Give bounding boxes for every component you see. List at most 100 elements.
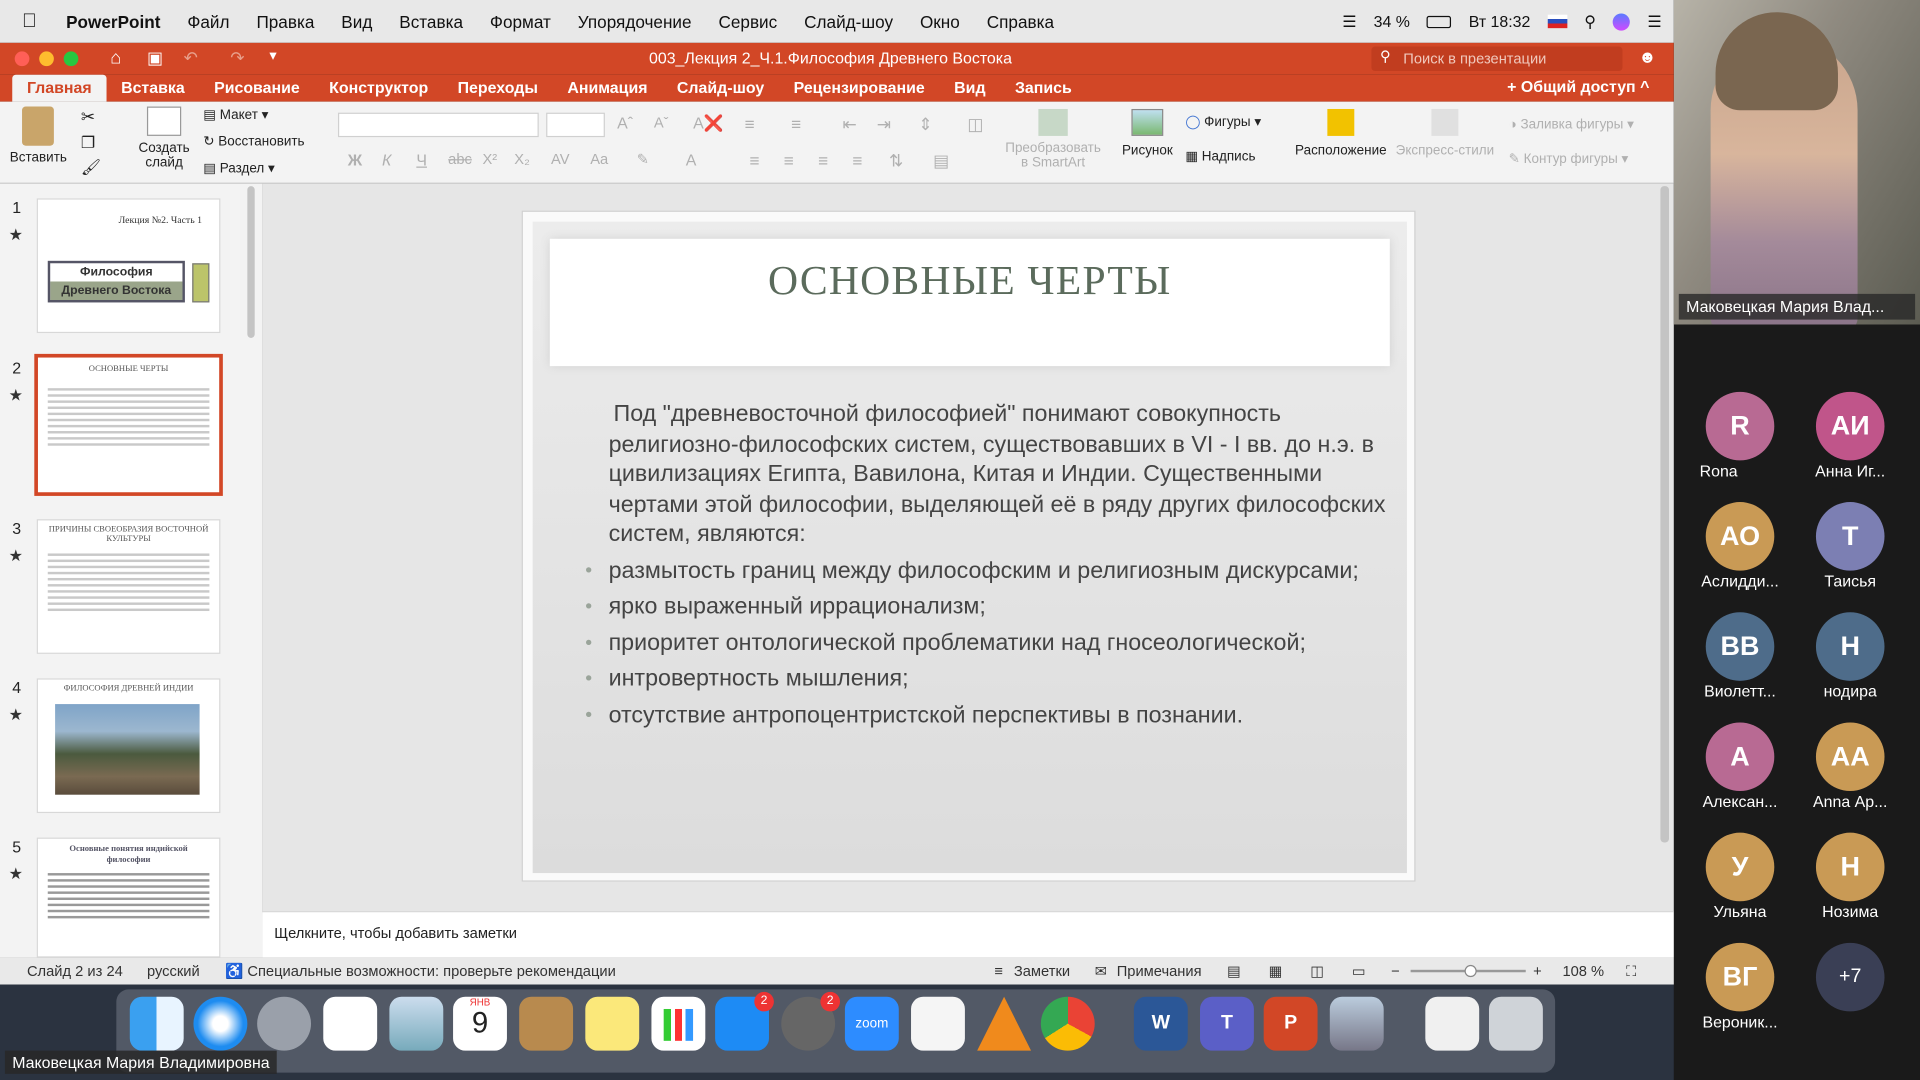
clear-format-icon[interactable]: A❌ bbox=[693, 114, 723, 134]
shape-outline-button[interactable]: ✎ Контур фигуры ▾ bbox=[1509, 151, 1629, 167]
slide-thumbnail-2[interactable]: ОСНОВНЫЕ ЧЕРТЫ bbox=[34, 353, 223, 496]
zoom-app-icon[interactable]: zoom bbox=[844, 996, 899, 1051]
shape-fill-button[interactable]: ◑ Заливка фигуры ▾ bbox=[1509, 116, 1634, 133]
convert-smartart-button[interactable]: Преобразовать в SmartArt bbox=[1002, 108, 1105, 170]
align-left-icon[interactable]: ≡ bbox=[749, 151, 759, 171]
numbering-icon[interactable]: ≡ bbox=[791, 114, 801, 134]
zoom-level[interactable]: 108 % bbox=[1562, 962, 1604, 979]
notes-pane[interactable]: Щелкните, чтобы добавить заметки bbox=[262, 911, 1674, 958]
tab-home[interactable]: Главная bbox=[12, 74, 107, 102]
layout-button[interactable]: ▤ Макет ▾ bbox=[203, 107, 268, 123]
participant-tile[interactable]: R Rona bbox=[1685, 391, 1795, 490]
menu-edit[interactable]: Правка bbox=[256, 12, 314, 32]
slide-body-placeholder[interactable]: Под "древневосточной философией" понимаю… bbox=[585, 400, 1405, 731]
comments-toggle[interactable]: Примечания bbox=[1117, 962, 1202, 979]
finder-icon[interactable] bbox=[129, 996, 184, 1051]
font-color-icon[interactable]: A bbox=[686, 151, 697, 169]
align-text-icon[interactable]: ▤ bbox=[933, 151, 949, 172]
fit-to-window-icon[interactable]: ⛶ bbox=[1626, 962, 1636, 980]
numbers-icon[interactable] bbox=[651, 996, 706, 1051]
zoom-out-icon[interactable]: − bbox=[1391, 962, 1400, 979]
shapes-button[interactable]: ◯ Фигуры ▾ bbox=[1185, 114, 1261, 130]
wifi-icon[interactable]: ☰ bbox=[1342, 12, 1356, 32]
increase-font-icon[interactable]: Aˆ bbox=[617, 114, 633, 132]
align-center-icon[interactable]: ≡ bbox=[784, 151, 794, 171]
reminders-icon[interactable] bbox=[323, 996, 378, 1051]
battery-text[interactable]: 34 % bbox=[1374, 12, 1410, 30]
zoom-slider[interactable] bbox=[1410, 964, 1526, 978]
calendar-icon[interactable]: ЯНВ 9 bbox=[453, 996, 507, 1051]
tab-transitions[interactable]: Переходы bbox=[443, 78, 553, 101]
slide-thumbnail-1[interactable]: Лекция №2. Часть 1 Философия Древнего Во… bbox=[36, 198, 221, 334]
tab-animations[interactable]: Анимация bbox=[553, 78, 663, 101]
more-participants-button[interactable]: +7 bbox=[1795, 942, 1905, 1041]
tab-view[interactable]: Вид bbox=[939, 78, 1000, 101]
increase-indent-icon[interactable]: ⇥ bbox=[877, 114, 891, 135]
decrease-font-icon[interactable]: Aˇ bbox=[654, 114, 669, 131]
tab-design[interactable]: Конструктор bbox=[314, 78, 442, 101]
highlight-icon[interactable]: ✎ bbox=[637, 151, 649, 168]
tab-insert[interactable]: Вставка bbox=[106, 78, 199, 101]
slide-thumbnail-4[interactable]: ФИЛОСОФИЯ ДРЕВНЕЙ ИНДИИ bbox=[36, 678, 221, 814]
slideshow-view-icon[interactable]: ▭ bbox=[1352, 962, 1366, 979]
siri-icon[interactable] bbox=[1613, 12, 1631, 31]
system-preferences-icon[interactable]: 2 bbox=[781, 991, 841, 1051]
accessibility-status[interactable]: Специальные возможности: проверьте реком… bbox=[247, 962, 615, 979]
photos-icon[interactable] bbox=[1329, 996, 1384, 1051]
columns-icon[interactable]: ◫ bbox=[967, 114, 983, 135]
participant-tile[interactable]: ВВ Виолетт... bbox=[1685, 612, 1795, 710]
textbox-button[interactable]: ▦ Надпись bbox=[1185, 148, 1255, 164]
participant-tile[interactable]: АИ Анна Иг... bbox=[1795, 391, 1905, 490]
menu-file[interactable]: Файл bbox=[187, 12, 229, 32]
trash-icon[interactable] bbox=[1488, 996, 1543, 1051]
quick-styles-button[interactable]: Экспресс-стили bbox=[1393, 108, 1496, 158]
menu-view[interactable]: Вид bbox=[341, 12, 372, 32]
menu-help[interactable]: Справка bbox=[987, 12, 1054, 32]
menu-format[interactable]: Формат bbox=[490, 12, 551, 32]
section-button[interactable]: ▤ Раздел ▾ bbox=[203, 160, 274, 177]
participant-tile[interactable]: Н нодира bbox=[1795, 612, 1905, 710]
share-button[interactable]: + Общий доступ ^ bbox=[1507, 77, 1649, 95]
bullets-icon[interactable]: ≡ bbox=[744, 114, 754, 134]
bold-icon[interactable]: Ж bbox=[348, 151, 362, 169]
line-spacing-icon[interactable]: ⇕ bbox=[918, 114, 932, 135]
tab-review[interactable]: Рецензирование bbox=[779, 78, 940, 101]
slide-sorter-icon[interactable]: ▦ bbox=[1269, 962, 1283, 979]
new-slide-button[interactable]: Создать слайд bbox=[132, 106, 196, 170]
menu-arrange[interactable]: Упорядочение bbox=[578, 12, 692, 32]
slide-title-placeholder[interactable]: ОСНОВНЫЕ ЧЕРТЫ bbox=[549, 238, 1390, 367]
spotlight-icon[interactable]: ⚲ bbox=[1584, 12, 1596, 32]
search-input[interactable]: Поиск в презентации bbox=[1371, 46, 1623, 72]
italic-icon[interactable]: К bbox=[382, 151, 391, 169]
zoom-window-icon[interactable] bbox=[63, 51, 79, 67]
contacts-icon[interactable] bbox=[519, 996, 574, 1051]
word-icon[interactable]: W bbox=[1133, 996, 1188, 1051]
participant-tile[interactable]: Т Таисья bbox=[1795, 502, 1905, 600]
format-painter-icon[interactable]: 🖌 bbox=[81, 158, 101, 178]
preview-icon[interactable] bbox=[389, 996, 444, 1051]
reset-button[interactable]: ↻ Восстановить bbox=[203, 133, 304, 150]
participant-tile[interactable]: У Ульяна bbox=[1685, 832, 1795, 931]
reading-view-icon[interactable]: ◫ bbox=[1310, 962, 1324, 979]
paste-button[interactable]: Вставить bbox=[10, 106, 67, 165]
powerpoint-icon[interactable]: P bbox=[1263, 996, 1318, 1051]
subscript-icon[interactable]: X₂ bbox=[514, 151, 530, 168]
menu-app-name[interactable]: PowerPoint bbox=[66, 12, 160, 32]
decrease-indent-icon[interactable]: ⇤ bbox=[842, 114, 856, 135]
participant-tile[interactable]: АО Аслидди... bbox=[1685, 502, 1795, 600]
clock[interactable]: Вт 18:32 bbox=[1469, 12, 1531, 30]
tab-slideshow[interactable]: Слайд-шоу bbox=[662, 78, 779, 101]
notes-toggle[interactable]: Заметки bbox=[1014, 962, 1070, 979]
strikethrough-icon[interactable]: abc bbox=[448, 151, 472, 168]
align-right-icon[interactable]: ≡ bbox=[818, 151, 828, 171]
superscript-icon[interactable]: X² bbox=[482, 151, 497, 168]
teams-icon[interactable]: T bbox=[1200, 996, 1254, 1051]
font-name-select[interactable] bbox=[337, 112, 539, 138]
user-icon[interactable]: ☻ bbox=[1638, 47, 1656, 67]
chrome-icon[interactable] bbox=[1040, 996, 1095, 1051]
slide-thumbnail-5[interactable]: Основные понятия индийской философии bbox=[36, 837, 221, 958]
change-case-icon[interactable]: Aa bbox=[590, 151, 608, 168]
save-icon[interactable]: ▣ bbox=[147, 48, 163, 69]
close-window-icon[interactable] bbox=[14, 51, 30, 67]
participant-tile[interactable]: Н Нозима bbox=[1795, 832, 1905, 931]
